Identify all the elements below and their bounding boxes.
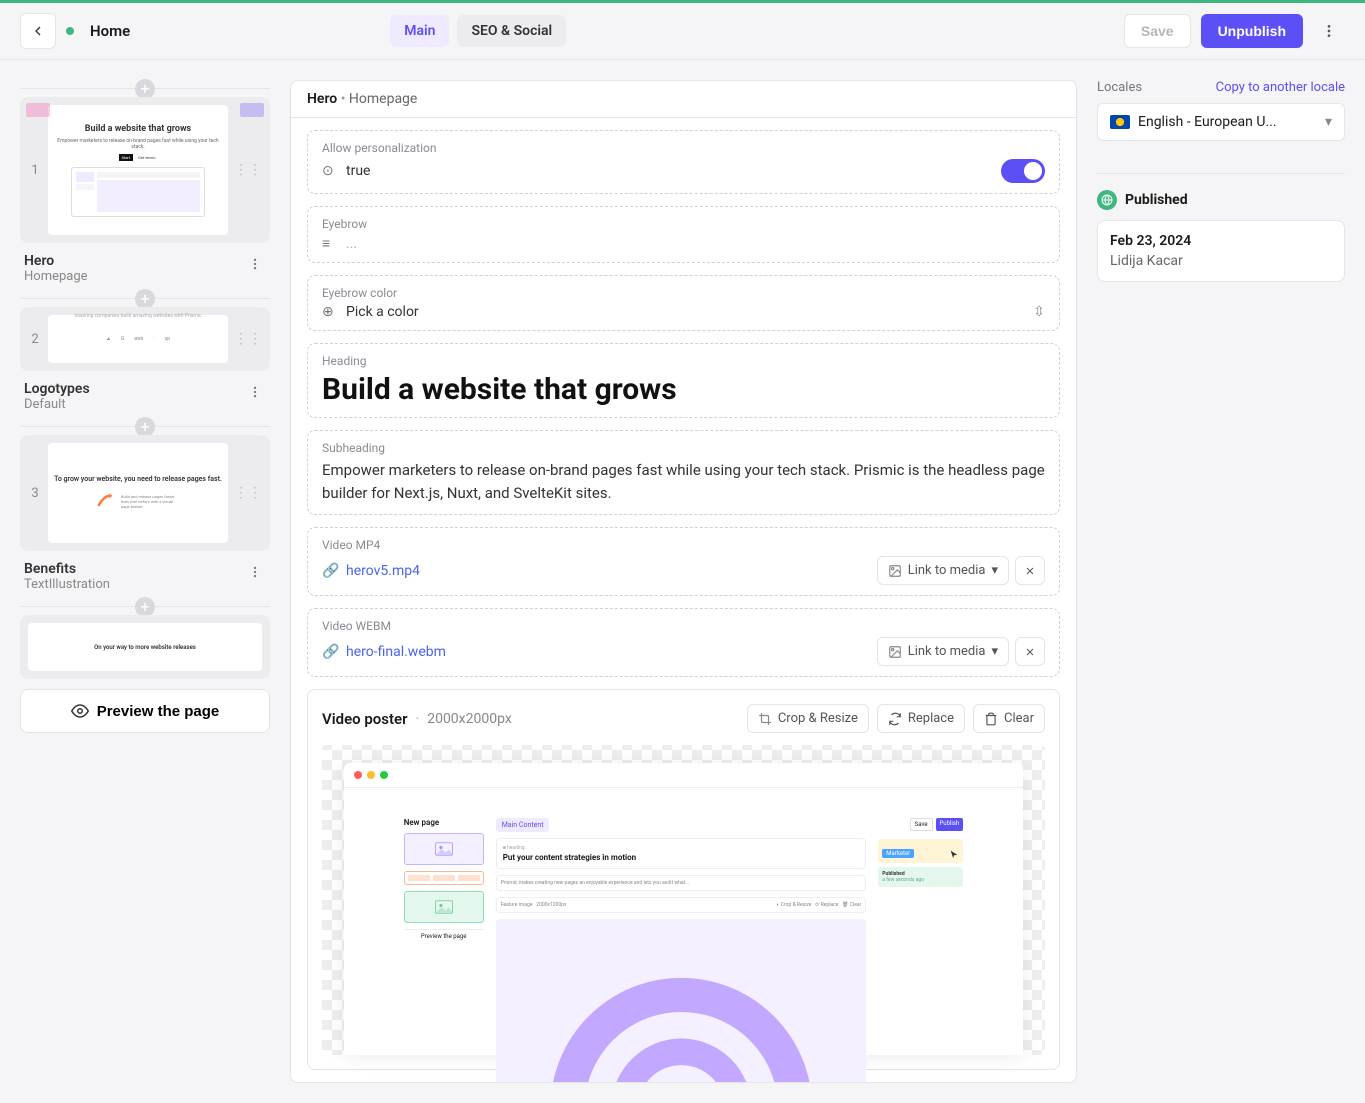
link-to-media-button[interactable]: Link to media ▾ — [877, 637, 1009, 666]
slice-card[interactable]: On your way to more website releases — [20, 615, 270, 679]
more-menu-button[interactable] — [1313, 15, 1345, 47]
field-video-mp4[interactable]: Video MP4 🔗 herov5.mp4 Link to media ▾ — [307, 527, 1060, 596]
locale-select[interactable]: English - European U... ▾ — [1097, 103, 1345, 141]
slice-card[interactable]: 2 Inspiring companies build amazing webs… — [20, 307, 270, 371]
header: Home Main SEO & Social Save Unpublish — [0, 3, 1365, 60]
add-slice-button[interactable]: + — [135, 289, 155, 309]
link-icon: 🔗 — [322, 563, 338, 579]
editor-panel: Hero • Homepage Allow personalization ⊙ … — [290, 80, 1077, 1083]
preview-page-button[interactable]: Preview the page — [20, 689, 270, 733]
slice-more-button[interactable] — [244, 253, 266, 279]
add-slice-button[interactable]: + — [135, 79, 155, 99]
slice-more-button[interactable] — [244, 561, 266, 587]
slice-thumbnail: Inspiring companies build amazing websit… — [48, 315, 228, 363]
slices-sidebar: + 1 Build a website that grows Empower m… — [20, 80, 270, 1083]
chevron-updown-icon: ⇳ — [1033, 304, 1045, 320]
publish-status: Published — [1097, 190, 1345, 210]
field-allow-personalization[interactable]: Allow personalization ⊙ true — [307, 130, 1060, 194]
drag-handle-icon[interactable]: ⋮⋮ — [234, 162, 262, 178]
slice-thumbnail: To grow your website, you need to releas… — [48, 443, 228, 543]
arrow-left-icon — [30, 23, 46, 39]
poster-preview[interactable]: New page Preview the page — [322, 745, 1045, 1055]
unpublish-button[interactable]: Unpublish — [1201, 14, 1303, 48]
replace-button[interactable]: Replace — [877, 704, 965, 733]
chevron-down-icon: ▾ — [991, 644, 998, 659]
link-icon: 🔗 — [322, 644, 338, 660]
slice-number: 2 — [28, 332, 42, 347]
drag-handle-icon[interactable]: ⋮⋮ — [234, 331, 262, 347]
slice-variation: Homepage — [24, 269, 88, 284]
clear-button[interactable]: Clear — [973, 704, 1045, 733]
save-button[interactable]: Save — [1124, 14, 1191, 48]
dots-vertical-icon — [248, 565, 262, 579]
back-button[interactable] — [20, 13, 56, 49]
add-slice-button[interactable]: + — [135, 597, 155, 617]
field-eyebrow-color[interactable]: Eyebrow color ⊕ Pick a color ⇳ — [307, 275, 1060, 331]
slice-card[interactable]: 3 To grow your website, you need to rele… — [20, 435, 270, 551]
crop-icon — [758, 712, 772, 726]
chevron-down-icon: ▾ — [991, 563, 998, 578]
remove-media-button[interactable] — [1015, 637, 1045, 666]
close-icon — [1024, 646, 1036, 658]
dots-vertical-icon — [1321, 23, 1337, 39]
field-heading[interactable]: Heading Build a website that grows — [307, 343, 1060, 418]
slice-number: 3 — [28, 486, 42, 501]
remove-media-button[interactable] — [1015, 556, 1045, 585]
close-icon — [1024, 565, 1036, 577]
tab-seo-social[interactable]: SEO & Social — [457, 15, 566, 47]
editor-breadcrumb: Hero • Homepage — [291, 81, 1076, 118]
right-panel: Locales Copy to another locale English -… — [1097, 80, 1345, 1083]
slice-more-button[interactable] — [244, 381, 266, 407]
field-eyebrow[interactable]: Eyebrow ≡ ... — [307, 206, 1060, 263]
drag-handle-icon[interactable]: ⋮⋮ — [234, 485, 262, 501]
field-video-poster: Video poster · 2000x2000px Crop & Resize… — [307, 689, 1060, 1070]
chevron-down-icon: ▾ — [1325, 114, 1332, 130]
header-tabs: Main SEO & Social — [390, 15, 566, 47]
slice-thumbnail: Build a website that grows Empower marke… — [48, 105, 228, 235]
replace-icon — [888, 712, 902, 726]
dots-vertical-icon — [248, 257, 262, 271]
eye-icon — [71, 702, 89, 720]
slice-thumbnail: On your way to more website releases — [28, 623, 262, 671]
toggle-icon: ⊙ — [322, 163, 338, 179]
locales-label: Locales — [1097, 80, 1142, 95]
globe-icon — [1097, 190, 1117, 210]
trash-icon — [984, 712, 998, 726]
slice-name: Hero — [24, 253, 88, 269]
image-icon — [888, 645, 902, 659]
add-slice-button[interactable]: + — [135, 417, 155, 437]
circle-icon: ⊕ — [322, 304, 338, 320]
slice-card[interactable]: 1 Build a website that grows Empower mar… — [20, 97, 270, 243]
toggle-switch[interactable] — [1001, 159, 1045, 183]
tab-main[interactable]: Main — [390, 15, 449, 47]
eu-flag-icon — [1110, 115, 1130, 129]
image-icon — [888, 564, 902, 578]
copy-locale-link[interactable]: Copy to another locale — [1216, 80, 1345, 95]
slice-divider: + — [20, 88, 270, 89]
crop-resize-button[interactable]: Crop & Resize — [747, 704, 869, 733]
field-video-webm[interactable]: Video WEBM 🔗 hero-final.webm Link to med… — [307, 608, 1060, 677]
dots-vertical-icon — [248, 385, 262, 399]
link-to-media-button[interactable]: Link to media ▾ — [877, 556, 1009, 585]
slice-number: 1 — [28, 163, 42, 178]
field-subheading[interactable]: Subheading Empower marketers to release … — [307, 430, 1060, 515]
status-dot — [66, 27, 74, 35]
publish-meta: Feb 23, 2024 Lidija Kacar — [1097, 220, 1345, 282]
page-title: Home — [90, 22, 130, 40]
text-icon: ≡ — [322, 235, 338, 252]
